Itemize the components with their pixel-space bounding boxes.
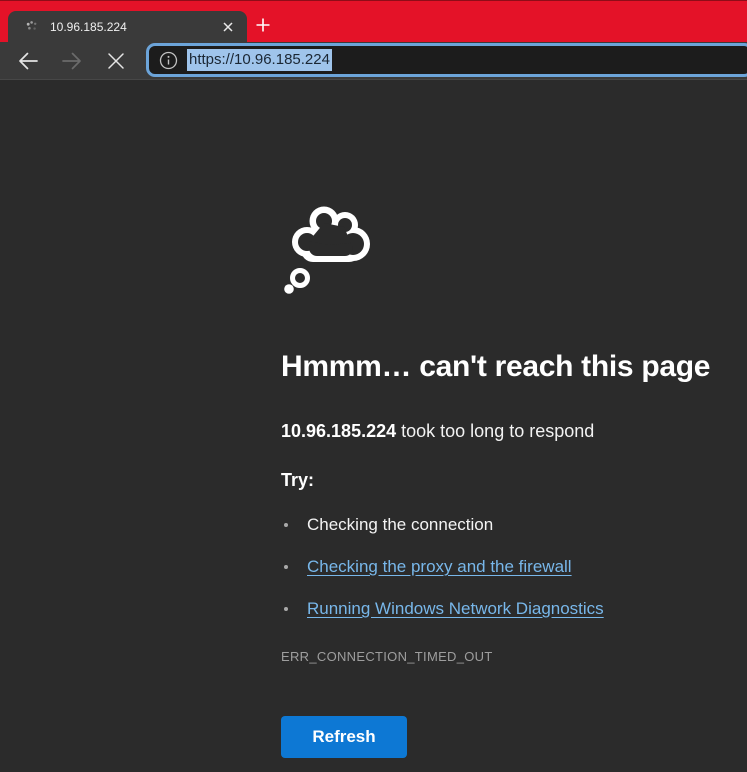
tab-title: 10.96.185.224 [50,20,219,34]
error-title: Hmmm… can't reach this page [281,348,747,386]
tab-strip: 10.96.185.224 [0,0,747,42]
tab-close-icon[interactable] [219,18,237,36]
browser-tab[interactable]: 10.96.185.224 [8,11,247,43]
error-message-rest: took too long to respond [396,421,594,441]
try-label: Try: [281,470,747,491]
suggestion-list: Checking the connection Checking the pro… [281,515,747,619]
proxy-firewall-link[interactable]: Checking the proxy and the firewall [307,557,572,576]
navigation-toolbar: https://10.96.185.224 [0,42,747,80]
thought-cloud-icon [283,200,373,296]
forward-arrow-icon[interactable] [57,47,87,75]
info-icon[interactable] [149,46,187,74]
address-bar[interactable]: https://10.96.185.224 [146,43,747,77]
network-diagnostics-link[interactable]: Running Windows Network Diagnostics [307,599,604,618]
error-code: ERR_CONNECTION_TIMED_OUT [281,649,747,664]
back-arrow-icon[interactable] [13,47,43,75]
stop-close-icon[interactable] [101,47,131,75]
suggestion-item: Checking the proxy and the firewall [281,557,747,577]
suggestion-item: Running Windows Network Diagnostics [281,599,747,619]
error-message: 10.96.185.224 took too long to respond [281,420,747,442]
url-text-selected[interactable]: https://10.96.185.224 [187,49,332,71]
suggestion-item: Checking the connection [281,515,747,535]
refresh-button[interactable]: Refresh [281,716,407,758]
suggestion-text: Checking the connection [307,515,493,534]
error-host: 10.96.185.224 [281,421,396,441]
new-tab-plus-icon[interactable] [254,16,272,34]
error-page: Hmmm… can't reach this page 10.96.185.22… [0,200,747,758]
loading-spinner-icon [24,19,40,35]
